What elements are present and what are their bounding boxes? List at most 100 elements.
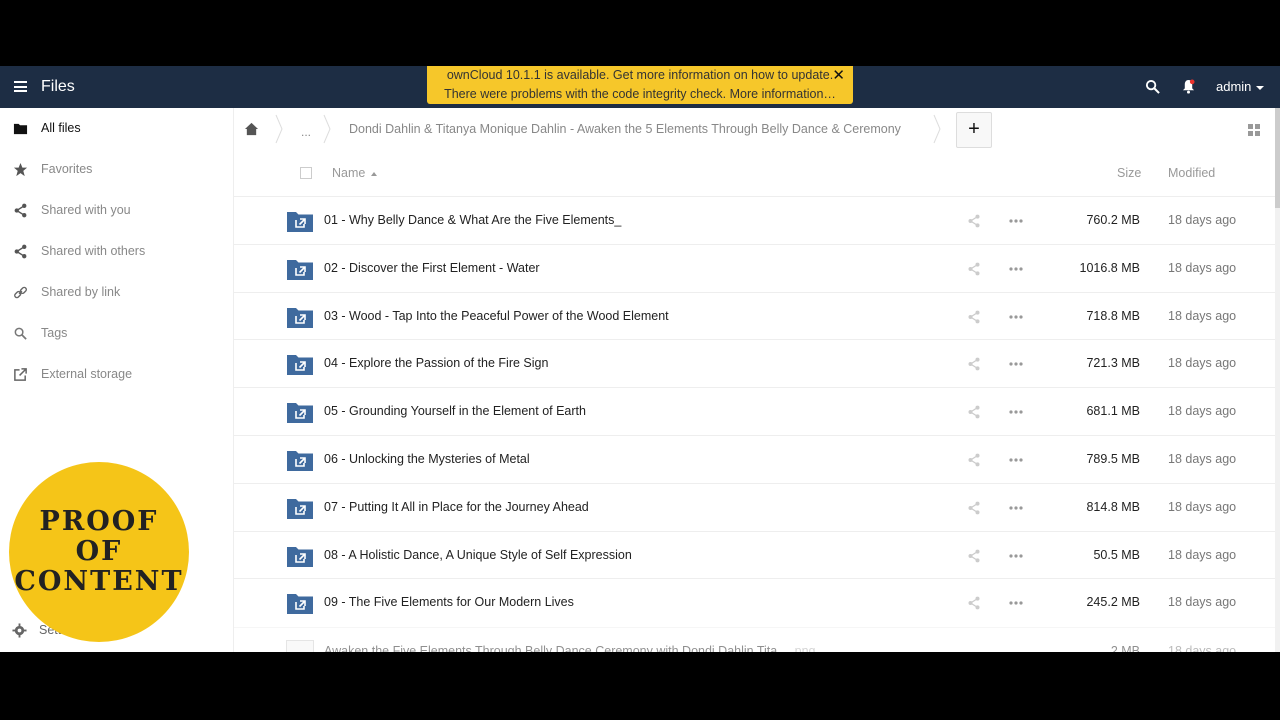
share-icon[interactable]	[967, 262, 981, 276]
breadcrumb-separator	[275, 114, 283, 144]
file-size: 1016.8 MB	[1079, 260, 1140, 275]
table-row[interactable]: 08 - A Holistic Dance, A Unique Style of…	[234, 530, 1280, 579]
table-row[interactable]: 07 - Putting It All in Place for the Jou…	[234, 482, 1280, 531]
file-size: 681.1 MB	[1086, 404, 1140, 419]
breadcrumb-ellipsis[interactable]: ...	[301, 125, 311, 139]
sidebar-item-shared-with-you[interactable]: Shared with you	[0, 190, 233, 230]
update-notice-text[interactable]: ownCloud 10.1.1 is available. Get more i…	[427, 66, 853, 85]
file-size: 245.2 MB	[1086, 595, 1140, 610]
proof-of-content-badge: PROOF OF CONTENT	[9, 462, 189, 642]
badge-line: PROOF	[39, 506, 159, 537]
sidebar-item-shared-by-link[interactable]: Shared by link	[0, 272, 233, 312]
file-size: 718.8 MB	[1086, 308, 1140, 323]
search-icon[interactable]	[1145, 79, 1160, 94]
scrollbar-thumb[interactable]	[1275, 108, 1280, 208]
search-icon	[14, 327, 27, 340]
badge-line: OF	[75, 536, 123, 567]
column-header-size[interactable]: Size	[1117, 166, 1141, 180]
shared-folder-icon	[287, 307, 313, 328]
sidebar-item-label: Shared with you	[41, 203, 131, 217]
more-options-icon[interactable]	[1008, 500, 1024, 516]
sidebar-item-all-files[interactable]: All files	[0, 108, 233, 148]
table-row[interactable]: Awaken the Five Elements Through Belly D…	[234, 627, 1280, 652]
table-row[interactable]: 03 - Wood - Tap Into the Peaceful Power …	[234, 291, 1280, 340]
breadcrumb-separator	[933, 114, 941, 144]
file-name[interactable]: 07 - Putting It All in Place for the Jou…	[324, 500, 589, 514]
share-icon[interactable]	[967, 596, 981, 610]
scrollbar[interactable]	[1275, 108, 1280, 652]
file-size: 50.5 MB	[1093, 547, 1140, 562]
table-row[interactable]: 09 - The Five Elements for Our Modern Li…	[234, 578, 1280, 626]
more-options-icon[interactable]	[1008, 595, 1024, 611]
app-title[interactable]: Files	[41, 78, 75, 96]
more-options-icon[interactable]	[1008, 213, 1024, 229]
shared-folder-icon	[287, 451, 313, 471]
integrity-notice-text[interactable]: There were problems with the code integr…	[427, 85, 853, 104]
folder-icon	[13, 123, 28, 135]
file-modified: 18 days ago	[1168, 547, 1237, 562]
file-size: 721.3 MB	[1086, 356, 1140, 371]
breadcrumb-current-folder[interactable]: Dondi Dahlin & Titanya Monique Dahlin - …	[349, 122, 901, 136]
file-modified: 18 days ago	[1168, 213, 1237, 227]
column-header-name-label: Name	[332, 166, 366, 180]
file-size: 2 MB	[1110, 644, 1140, 652]
table-row[interactable]: 04 - Explore the Passion of the Fire Sig…	[234, 339, 1280, 387]
more-options-icon[interactable]	[1008, 356, 1024, 372]
share-icon[interactable]	[967, 214, 981, 228]
column-header-name[interactable]: Name	[332, 166, 378, 180]
file-name[interactable]: 08 - A Holistic Dance, A Unique Style of…	[324, 548, 632, 562]
share-icon[interactable]	[967, 310, 981, 324]
shared-folder-icon	[287, 355, 313, 376]
share-icon[interactable]	[967, 549, 981, 563]
file-modified: 18 days ago	[1168, 499, 1237, 514]
menu-icon[interactable]	[14, 81, 27, 92]
badge-line: CONTENT	[14, 566, 184, 597]
file-name[interactable]: 03 - Wood - Tap Into the Peaceful Power …	[324, 309, 669, 323]
file-name[interactable]: Awaken the Five Elements Through Belly D…	[324, 644, 815, 652]
file-name[interactable]: 09 - The Five Elements for Our Modern Li…	[324, 595, 574, 609]
more-options-icon[interactable]	[1008, 404, 1024, 420]
file-modified: 18 days ago	[1168, 356, 1237, 371]
bell-icon[interactable]	[1182, 79, 1195, 94]
star-icon	[13, 162, 28, 177]
link-icon	[14, 286, 28, 299]
file-name[interactable]: 06 - Unlocking the Mysteries of Metal	[324, 452, 530, 466]
user-menu[interactable]: admin	[1216, 79, 1265, 94]
shared-folder-icon	[287, 403, 313, 424]
share-icon	[14, 203, 27, 218]
table-row[interactable]: 01 - Why Belly Dance & What Are the Five…	[234, 196, 1280, 244]
table-row[interactable]: 06 - Unlocking the Mysteries of Metal 789…	[234, 435, 1280, 483]
sidebar-item-tags[interactable]: Tags	[0, 313, 233, 353]
table-row[interactable]: 05 - Grounding Yourself in the Element o…	[234, 387, 1280, 435]
file-name[interactable]: 01 - Why Belly Dance & What Are the Five…	[324, 213, 621, 227]
file-name[interactable]: 02 - Discover the First Element - Water	[324, 261, 540, 275]
share-icon[interactable]	[967, 501, 981, 515]
grid-view-icon[interactable]	[1248, 124, 1260, 136]
select-all-checkbox[interactable]	[300, 167, 312, 179]
sidebar-item-shared-with-others[interactable]: Shared with others	[0, 231, 233, 271]
username: admin	[1216, 79, 1252, 94]
new-file-button[interactable]: +	[956, 112, 992, 148]
more-options-icon[interactable]	[1008, 261, 1024, 277]
share-icon[interactable]	[967, 357, 981, 371]
share-icon[interactable]	[967, 453, 981, 467]
table-row[interactable]: 02 - Discover the First Element - Water 1…	[234, 243, 1280, 292]
sidebar-item-external-storage[interactable]: External storage	[0, 354, 233, 394]
file-modified: 18 days ago	[1168, 260, 1237, 275]
shared-folder-icon	[287, 546, 313, 567]
file-name[interactable]: 04 - Explore the Passion of the Fire Sig…	[324, 356, 548, 370]
sidebar-item-favorites[interactable]: Favorites	[0, 149, 233, 189]
shared-folder-icon	[287, 259, 313, 280]
more-options-icon[interactable]	[1008, 548, 1024, 564]
column-header-modified[interactable]: Modified	[1168, 166, 1215, 180]
more-options-icon[interactable]	[1008, 309, 1024, 325]
file-size: 760.2 MB	[1086, 213, 1140, 227]
more-options-icon[interactable]	[1008, 452, 1024, 468]
close-icon[interactable]: ✕	[832, 66, 845, 85]
file-name[interactable]: 05 - Grounding Yourself in the Element o…	[324, 404, 586, 418]
update-notification: ownCloud 10.1.1 is available. Get more i…	[427, 66, 853, 104]
file-modified: 18 days ago	[1168, 452, 1237, 466]
breadcrumb-separator	[323, 114, 331, 144]
share-icon[interactable]	[967, 405, 981, 419]
home-icon[interactable]	[244, 122, 259, 136]
